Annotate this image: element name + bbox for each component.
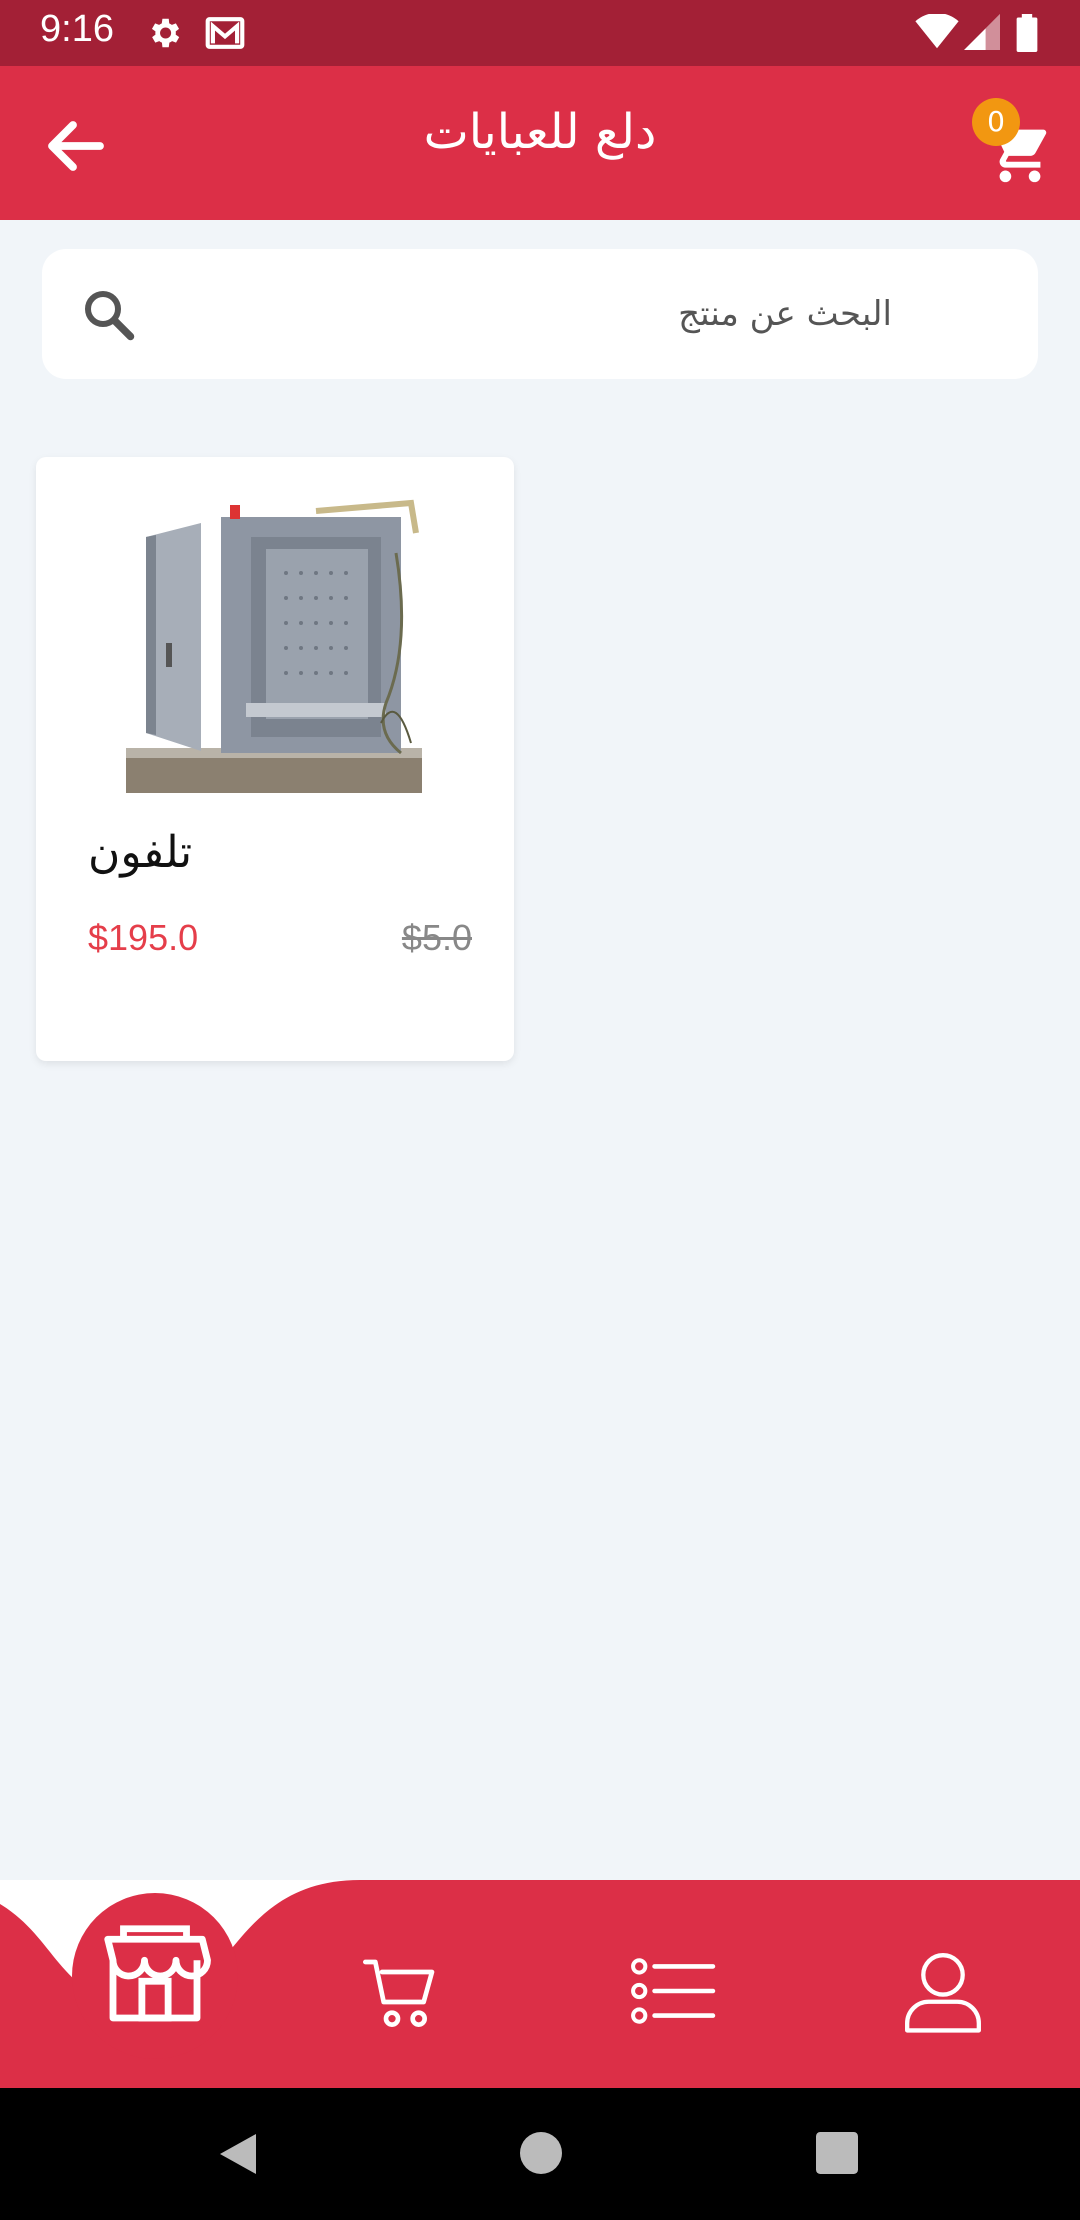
- search-box[interactable]: [42, 249, 1038, 379]
- nav-profile-icon[interactable]: [900, 1948, 986, 2034]
- gmail-icon: [205, 17, 245, 49]
- page-title: دلع للعبايات: [423, 104, 657, 160]
- back-icon[interactable]: [218, 2132, 258, 2176]
- product-image: [126, 493, 422, 793]
- nav-store-button[interactable]: [72, 1893, 238, 2059]
- settings-icon: [151, 18, 180, 48]
- product-name: تلفون: [88, 827, 193, 878]
- battery-icon: [1016, 14, 1038, 52]
- nav-cart-icon[interactable]: [362, 1952, 442, 2032]
- product-old-price: $5.0: [401, 917, 472, 958]
- cart-count-badge: 0: [972, 98, 1020, 146]
- status-bar: 9:16: [0, 0, 1080, 66]
- system-nav-bar: [0, 2088, 1080, 2220]
- app-bar: دلع للعبايات 0: [0, 66, 1080, 220]
- store-icon: [104, 1925, 211, 2022]
- signal-icon: [964, 14, 1000, 50]
- home-icon[interactable]: [520, 2132, 562, 2174]
- wifi-icon: [915, 14, 959, 49]
- nav-list-icon[interactable]: [630, 1955, 716, 2027]
- recents-icon[interactable]: [816, 2132, 858, 2174]
- product-card[interactable]: تلفون $195.0 $5.0: [36, 457, 514, 1061]
- product-price: $195.0: [88, 917, 199, 958]
- search-icon: [85, 291, 135, 341]
- status-time: 9:16: [40, 8, 114, 50]
- search-input[interactable]: [172, 289, 892, 339]
